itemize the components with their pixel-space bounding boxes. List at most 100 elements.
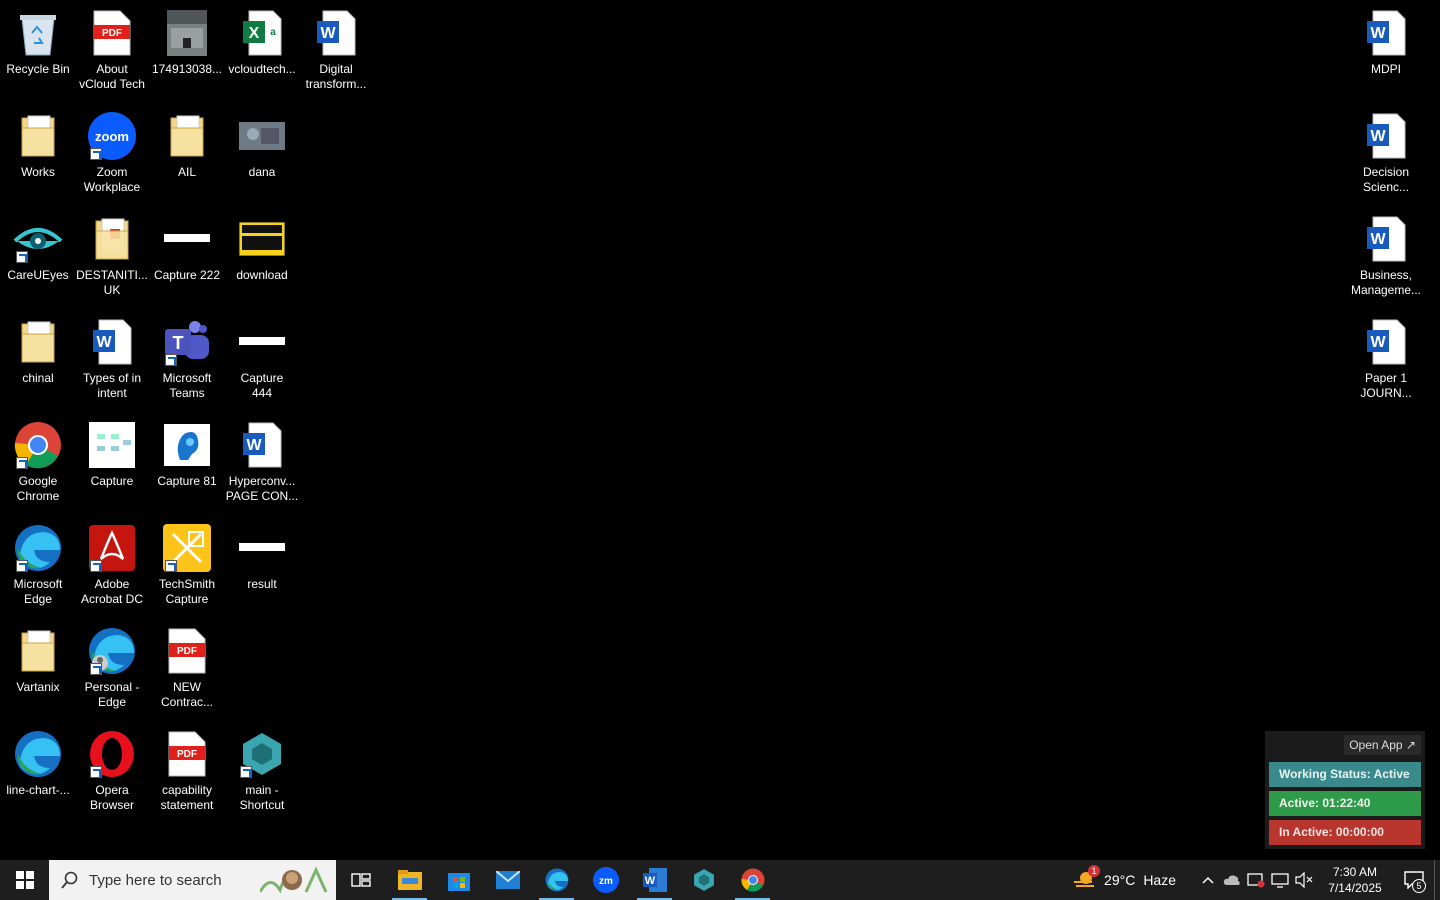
weather-widget[interactable]: 1 29°C Haze bbox=[1072, 865, 1176, 890]
desktop-icon-opera-browser[interactable]: Opera Browser bbox=[74, 729, 150, 813]
desktop-icon-download[interactable]: download bbox=[224, 214, 300, 283]
svg-text:T: T bbox=[173, 333, 184, 353]
desktop-icon-careueyes[interactable]: CareUEyes bbox=[0, 214, 76, 283]
start-button[interactable] bbox=[0, 860, 49, 900]
desktop-icon-adobe-acrobat-dc[interactable]: Adobe Acrobat DC bbox=[74, 523, 150, 607]
desktop-icon-label: Paper 1 JOURN... bbox=[1360, 371, 1412, 400]
task-view-button[interactable] bbox=[336, 860, 385, 900]
desktop-icon-personal-edge[interactable]: Personal - Edge bbox=[74, 626, 150, 710]
desktop-icon-microsoft-edge[interactable]: Microsoft Edge bbox=[0, 523, 76, 607]
clock[interactable]: 7:30 AM 7/14/2025 bbox=[1316, 864, 1394, 896]
taskbar-word[interactable]: W bbox=[630, 860, 679, 900]
desktop-icon-label: Microsoft Teams bbox=[162, 371, 212, 400]
desktop-icon-google-chrome[interactable]: Google Chrome bbox=[0, 420, 76, 504]
desktop-icon-about-vcloud-tech[interactable]: PDF About vCloud Tech bbox=[74, 8, 150, 92]
desktop-icon-label: 174913038... bbox=[151, 62, 223, 76]
tray-volume[interactable] bbox=[1292, 860, 1316, 900]
folder-icon bbox=[13, 111, 63, 161]
desktop-icon-recycle-bin[interactable]: Recycle Bin bbox=[0, 8, 76, 77]
desktop-icon-ail[interactable]: AIL bbox=[149, 111, 225, 180]
svg-text:a: a bbox=[270, 27, 276, 38]
desktop-icon-capability-statement[interactable]: PDF capability statement bbox=[149, 729, 225, 813]
desktop-icon-works[interactable]: Works bbox=[0, 111, 76, 180]
desktop-icon-dana[interactable]: dana bbox=[224, 111, 300, 180]
show-hidden-icons-button[interactable] bbox=[1196, 860, 1220, 900]
edge-icon bbox=[545, 868, 568, 892]
open-app-button[interactable]: Open App ↗ bbox=[1344, 735, 1421, 755]
desktop-icon-line-chart[interactable]: line-chart-... bbox=[0, 729, 76, 798]
desktop-icon-decision-science[interactable]: W Decision Scienc... bbox=[1348, 111, 1424, 195]
search-icon bbox=[61, 871, 78, 889]
search-input[interactable]: Type here to search bbox=[49, 860, 336, 900]
desktop-icon-main-shortcut[interactable]: main - Shortcut bbox=[224, 729, 300, 813]
desktop-icon-mdpi[interactable]: W MDPI bbox=[1348, 8, 1424, 77]
zoom-app-icon: zoom bbox=[87, 111, 137, 161]
chrome-app-icon bbox=[13, 420, 63, 470]
desktop-icon-label: Capture 444 bbox=[240, 371, 284, 400]
desktop-icon-capture-222[interactable]: Capture 222 bbox=[149, 214, 225, 283]
desktop[interactable]: Recycle Bin Works CareUEyes chinal Googl… bbox=[0, 0, 1440, 860]
chrome-icon bbox=[740, 868, 764, 892]
svg-text:W: W bbox=[320, 25, 336, 42]
notification-center-button[interactable]: 5 bbox=[1394, 860, 1434, 900]
clock-date: 7/14/2025 bbox=[1328, 881, 1382, 895]
taskbar-microsoft-edge[interactable] bbox=[532, 860, 581, 900]
desktop-icon-label: MDPI bbox=[1371, 62, 1401, 76]
desktop-icon-microsoft-teams[interactable]: T Microsoft Teams bbox=[149, 317, 225, 401]
desktop-icon-techsmith-capture[interactable]: TechSmith Capture bbox=[149, 523, 225, 607]
weather-condition: Haze bbox=[1143, 872, 1176, 888]
desktop-icon-label: NEW Contrac... bbox=[160, 680, 214, 709]
tray-security[interactable] bbox=[1244, 860, 1268, 900]
desktop-icon-digital-transform[interactable]: W Digital transform... bbox=[298, 8, 374, 92]
taskbar-microsoft-store[interactable] bbox=[434, 860, 483, 900]
desktop-icon-174913038[interactable]: 174913038... bbox=[149, 8, 225, 77]
acrobat-app-icon bbox=[87, 523, 137, 573]
desktop-icon-business-management[interactable]: W Business, Manageme... bbox=[1348, 214, 1424, 298]
word-file-icon: W bbox=[1361, 111, 1411, 161]
inactive-time-bar: In Active: 00:00:00 bbox=[1269, 820, 1421, 845]
desktop-icon-capture[interactable]: Capture bbox=[74, 420, 150, 489]
desktop-icon-label: Opera Browser bbox=[89, 783, 134, 812]
store-icon bbox=[447, 873, 470, 891]
desktop-icon-capture-444[interactable]: Capture 444 bbox=[224, 317, 300, 401]
desktop-icon-label: Capture bbox=[90, 474, 134, 488]
task-view-icon bbox=[350, 873, 371, 887]
desktop-icon-vartanix[interactable]: Vartanix bbox=[0, 626, 76, 695]
desktop-icon-types-of-intent[interactable]: W Types of in intent bbox=[74, 317, 150, 401]
tray-network[interactable] bbox=[1268, 860, 1292, 900]
word-icon: W bbox=[642, 868, 667, 892]
desktop-icon-label: CareUEyes bbox=[7, 268, 69, 282]
taskbar-file-explorer[interactable] bbox=[385, 860, 434, 900]
desktop-icon-label: Personal - Edge bbox=[84, 680, 140, 709]
desktop-icon-chinal[interactable]: chinal bbox=[0, 317, 76, 386]
opera-app-icon bbox=[87, 729, 137, 779]
desktop-icon-new-contract[interactable]: PDF NEW Contrac... bbox=[149, 626, 225, 710]
svg-text:PDF: PDF bbox=[177, 646, 197, 657]
folder-icon bbox=[13, 317, 63, 367]
desktop-icon-label: Types of in intent bbox=[82, 371, 142, 400]
chevron-up-icon bbox=[1202, 876, 1214, 884]
desktop-icon-label: main - Shortcut bbox=[239, 783, 285, 812]
taskbar-mail[interactable] bbox=[483, 860, 532, 900]
desktop-icon-capture-81[interactable]: Capture 81 bbox=[149, 420, 225, 489]
show-desktop-button[interactable] bbox=[1434, 860, 1440, 900]
edge-app-icon bbox=[87, 626, 137, 676]
tray-onedrive[interactable] bbox=[1220, 860, 1244, 900]
active-time-bar: Active: 01:22:40 bbox=[1269, 791, 1421, 816]
desktop-icon-result[interactable]: result bbox=[224, 523, 300, 592]
taskbar-google-chrome[interactable] bbox=[728, 860, 777, 900]
desktop-icon-label: Capture 222 bbox=[153, 268, 221, 282]
weather-temperature: 29°C bbox=[1104, 872, 1136, 888]
desktop-icon-paper-1-journ[interactable]: W Paper 1 JOURN... bbox=[1348, 317, 1424, 401]
taskbar-main-app[interactable] bbox=[679, 860, 728, 900]
pdf-file-icon: PDF bbox=[162, 626, 212, 676]
desktop-icon-destaniti-uk[interactable]: DESTANITI... UK bbox=[74, 214, 150, 298]
taskbar-zoom[interactable]: zm bbox=[581, 860, 630, 900]
desktop-icon-hyperconv[interactable]: W Hyperconv... PAGE CON... bbox=[224, 420, 300, 504]
search-placeholder: Type here to search bbox=[89, 871, 222, 889]
desktop-icon-vcloudtech[interactable]: Xa vcloudtech... bbox=[224, 8, 300, 77]
desktop-icon-zoom-workplace[interactable]: zoom Zoom Workplace bbox=[74, 111, 150, 195]
word-file-icon: W bbox=[1361, 317, 1411, 367]
zoom-icon: zm bbox=[592, 867, 619, 893]
eye-app-icon bbox=[13, 214, 63, 264]
